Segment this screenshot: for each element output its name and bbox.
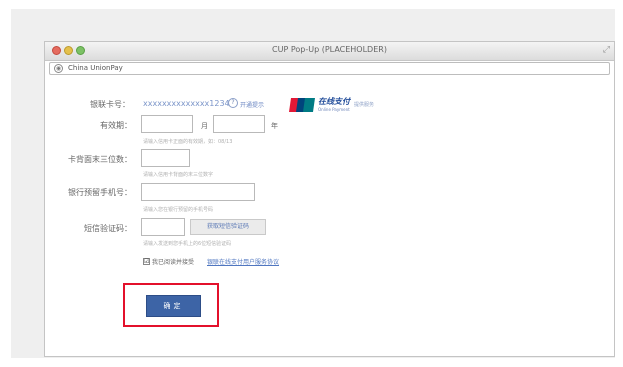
get-sms-code-button[interactable]: 获取短信验证码 [190, 219, 266, 235]
card-number-label: 银联卡号： [90, 100, 130, 109]
sms-hint: 请输入发送到您手机上的6位短信验证码 [143, 241, 232, 247]
year-unit: 年 [271, 122, 278, 130]
sms-code-input[interactable] [141, 218, 185, 236]
expiry-month-input[interactable] [141, 115, 193, 133]
phone-label: 银行预留手机号： [68, 188, 132, 197]
resize-icon[interactable]: ⤢ [603, 44, 610, 56]
confirm-button[interactable]: 确定 [146, 295, 201, 317]
agree-checkbox[interactable]: ☑ [143, 258, 150, 265]
title-bar: CUP Pop-Up (PLACEHOLDER) ⤢ [45, 42, 614, 61]
online-payment-subtitle: Online Payment [318, 107, 350, 112]
online-payment-title: 在线支付 [318, 97, 350, 106]
provider-text: 提供服务 [354, 102, 375, 108]
phone-input[interactable] [141, 183, 255, 201]
sms-code-label: 短信验证码： [84, 224, 132, 233]
expiry-hint: 请输入信用卡正面的有效期，如：08/13 [143, 139, 233, 145]
service-agreement-link[interactable]: 银联在线支付用户服务协议 [207, 257, 279, 266]
card-number-value: xxxxxxxxxxxxxx1234 [143, 99, 230, 108]
cvn-label: 卡背面末三位数： [68, 155, 132, 164]
expiry-label: 有效期： [100, 121, 132, 130]
expiry-year-input[interactable] [213, 115, 265, 133]
open-tip-link[interactable]: 开通提示 [240, 100, 264, 109]
phone-hint: 请输入您在银行预留的手机号码 [143, 207, 214, 213]
cvn-input[interactable] [141, 149, 190, 167]
month-unit: 月 [201, 122, 208, 130]
globe-icon: ◉ [54, 64, 63, 73]
window-title: CUP Pop-Up (PLACEHOLDER) [272, 45, 387, 54]
unionpay-logo-icon [289, 98, 315, 112]
agree-text: 我已阅读并接受 [152, 259, 195, 266]
address-bar[interactable]: ◉ China UnionPay [49, 62, 610, 75]
address-text: China UnionPay [68, 64, 123, 72]
cvn-hint: 请输入信用卡背面的末三位数字 [143, 172, 214, 178]
help-icon[interactable]: ? [228, 98, 238, 108]
